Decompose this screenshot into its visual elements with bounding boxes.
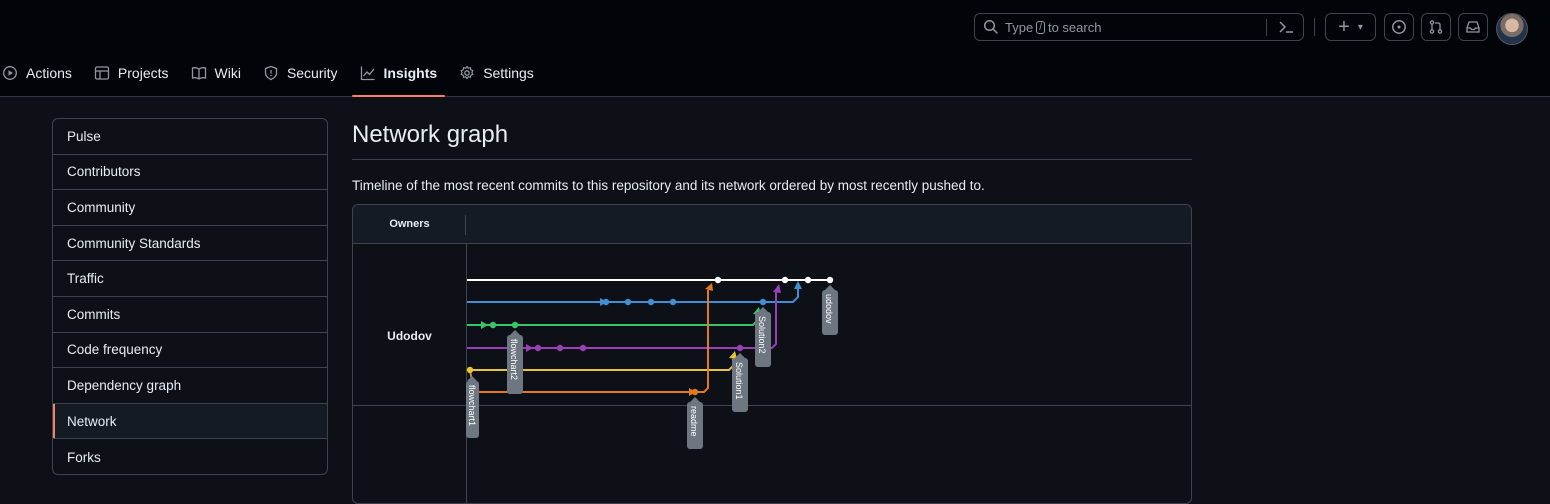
search-shortcut-key: / — [1036, 20, 1045, 34]
pull-requests-button[interactable] — [1421, 13, 1451, 41]
commit-dot[interactable] — [556, 344, 564, 352]
branch-label-readme[interactable]: readme — [687, 397, 703, 449]
tab-actions-label: Actions — [26, 65, 72, 81]
tab-projects-label: Projects — [117, 65, 169, 81]
tab-settings[interactable]: Settings — [451, 58, 542, 88]
sidebar-item-contributors[interactable]: Contributors — [53, 155, 327, 191]
search-placeholder: Type / to search — [1005, 20, 1101, 35]
branch-label-solution2[interactable]: Solution2 — [755, 307, 771, 367]
commit-arrow-purple — [526, 344, 533, 352]
tab-wiki-label: Wiki — [214, 65, 241, 81]
network-graph-canvas[interactable]: flowchart1 flowchart2 readme Solution1 S… — [353, 205, 1192, 504]
merge-arrow-purple — [773, 284, 781, 293]
issue-opened-icon — [1392, 20, 1406, 34]
tab-insights-label: Insights — [383, 65, 438, 81]
sidebar-item-forks[interactable]: Forks — [53, 439, 327, 474]
gear-icon — [460, 65, 474, 80]
branch-label-solution2-text: Solution2 — [757, 316, 767, 354]
search-icon — [983, 19, 998, 34]
commit-dot[interactable] — [489, 321, 497, 329]
table-icon — [94, 66, 110, 80]
branch-label-flowchart1[interactable]: flowchart1 — [466, 376, 479, 438]
sidebar-item-community[interactable]: Community — [53, 190, 327, 226]
repo-nav-tabs: Actions Projects Wiki Security Insights … — [0, 58, 548, 97]
header-divider — [1314, 18, 1315, 36]
tab-projects[interactable]: Projects — [86, 58, 177, 88]
commit-dot[interactable] — [826, 276, 834, 284]
inbox-button[interactable] — [1458, 13, 1488, 41]
search-placeholder-after: to search — [1047, 19, 1102, 35]
branch-label-flowchart1-text: flowchart1 — [467, 385, 477, 426]
graph-icon — [360, 66, 375, 81]
tab-settings-label: Settings — [483, 65, 534, 81]
branch-label-solution1-text: Solution1 — [734, 362, 744, 400]
inbox-icon — [1466, 21, 1480, 33]
command-palette-icon[interactable] — [1277, 19, 1295, 35]
sidebar-item-code-frequency[interactable]: Code frequency — [53, 333, 327, 369]
tab-security-label: Security — [286, 65, 338, 81]
branch-label-flowchart2[interactable]: flowchart2 — [507, 330, 523, 394]
plus-icon: + — [1338, 16, 1350, 38]
tab-actions[interactable]: Actions — [0, 58, 80, 88]
commit-dot[interactable] — [602, 298, 610, 306]
chevron-down-icon: ▾ — [1357, 21, 1363, 33]
branch-line-blue — [467, 288, 799, 303]
shield-icon — [264, 65, 278, 81]
commit-dot[interactable] — [804, 276, 812, 284]
sidebar-item-community-standards[interactable]: Community Standards — [53, 226, 327, 262]
page-title: Network graph — [352, 118, 1192, 160]
branch-line-orange — [469, 290, 709, 393]
commit-dot[interactable] — [691, 388, 699, 396]
search-input[interactable]: Type / to search — [974, 13, 1304, 41]
branch-label-udodov-text: udodov — [824, 294, 834, 324]
page-description: Timeline of the most recent commits to t… — [352, 178, 985, 193]
branch-label-readme-text: readme — [689, 406, 699, 437]
tab-security[interactable]: Security — [255, 58, 346, 88]
branch-label-solution1[interactable]: Solution1 — [732, 353, 748, 412]
commit-arrow-green — [481, 321, 488, 329]
search-placeholder-before: Type — [1005, 19, 1034, 35]
commit-dot[interactable] — [714, 276, 722, 284]
insights-sidebar: Pulse Contributors Community Community S… — [52, 118, 328, 475]
create-new-button[interactable]: + ▾ — [1325, 13, 1376, 41]
commit-dot[interactable] — [781, 276, 789, 284]
sidebar-item-network[interactable]: Network — [53, 403, 327, 440]
branch-label-udodov[interactable]: udodov — [822, 285, 838, 335]
issues-button[interactable] — [1384, 13, 1414, 41]
search-divider — [1266, 19, 1267, 36]
commit-dot[interactable] — [579, 344, 587, 352]
git-pull-request-icon — [1429, 20, 1443, 34]
commit-dot[interactable] — [511, 321, 519, 329]
commit-dot[interactable] — [534, 344, 542, 352]
tab-insights[interactable]: Insights — [351, 58, 446, 97]
commit-dot[interactable] — [624, 298, 632, 306]
sidebar-item-pulse[interactable]: Pulse — [53, 119, 327, 155]
sidebar-item-traffic[interactable]: Traffic — [53, 261, 327, 297]
commit-dot[interactable] — [759, 298, 767, 306]
book-icon — [191, 67, 206, 80]
network-graph[interactable]: Owners Udodov flowchart1 flowchart2 read… — [352, 204, 1192, 504]
sidebar-item-commits[interactable]: Commits — [53, 297, 327, 333]
commit-dot[interactable] — [736, 344, 744, 352]
merge-arrow-blue — [794, 281, 802, 289]
sidebar-item-dependency-graph[interactable]: Dependency graph — [53, 368, 327, 404]
merge-arrow-orange — [705, 283, 713, 291]
commit-dot[interactable] — [669, 298, 677, 306]
tab-wiki[interactable]: Wiki — [183, 58, 249, 88]
main-content: Network graph Timeline of the most recen… — [352, 118, 1192, 193]
play-icon — [3, 66, 17, 80]
branch-line-green — [467, 315, 758, 326]
user-avatar[interactable] — [1496, 13, 1528, 45]
commit-dot[interactable] — [466, 366, 474, 374]
branch-label-flowchart2-text: flowchart2 — [509, 339, 519, 380]
repo-header: Type / to search + ▾ Actions Projects Wi… — [0, 0, 1550, 97]
commit-dot[interactable] — [647, 298, 655, 306]
